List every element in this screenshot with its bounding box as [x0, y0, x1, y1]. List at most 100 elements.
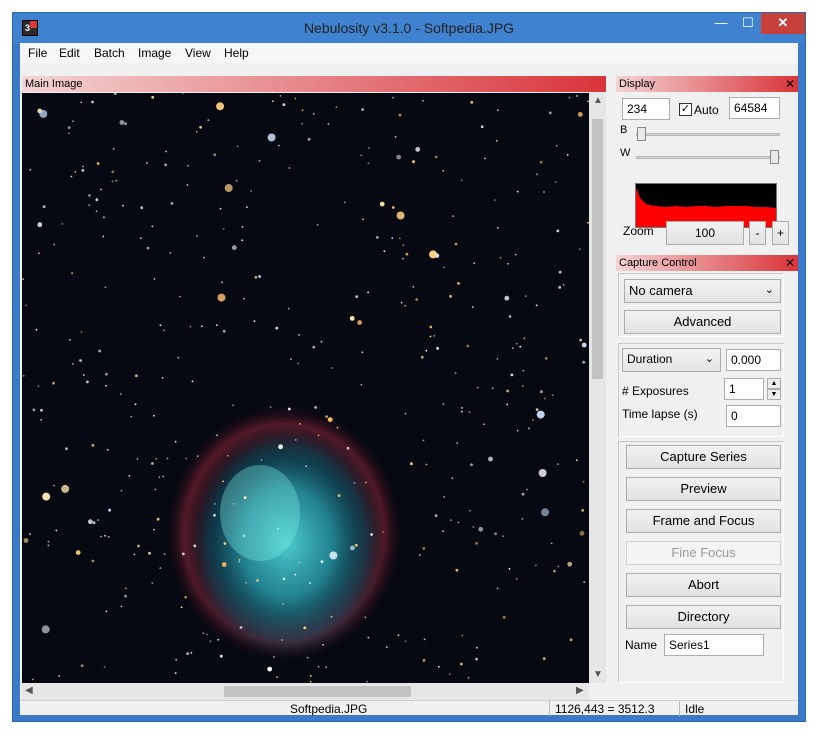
scroll-up-icon[interactable]: ▲: [593, 95, 603, 106]
star: [186, 652, 190, 655]
star: [364, 616, 367, 619]
scroll-left-icon[interactable]: ◀: [25, 685, 33, 696]
star: [185, 457, 188, 460]
star: [553, 569, 556, 573]
exposures-input[interactable]: 1: [724, 378, 764, 400]
star: [460, 179, 463, 182]
star: [470, 101, 474, 104]
camera-select[interactable]: No camera ⌄: [624, 279, 781, 303]
menu-view[interactable]: View: [185, 46, 211, 60]
star: [119, 393, 122, 395]
star: [58, 675, 61, 677]
capture-close-icon[interactable]: ✕: [785, 255, 795, 271]
star: [153, 414, 155, 417]
star: [146, 246, 150, 250]
star: [443, 266, 445, 269]
timelapse-label: Time lapse (s): [622, 407, 698, 421]
title-bar[interactable]: 3 Nebulosity v3.1.0 - Softpedia.JPG — ☐ …: [13, 13, 805, 43]
directory-button[interactable]: Directory: [626, 605, 781, 629]
star: [95, 210, 98, 213]
scroll-right-icon[interactable]: ▶: [576, 685, 584, 696]
fine-focus-button[interactable]: Fine Focus: [626, 541, 781, 565]
b-slider-thumb[interactable]: [637, 127, 647, 141]
star: [133, 553, 136, 556]
star: [404, 412, 407, 415]
scroll-down-icon[interactable]: ▼: [593, 669, 603, 680]
vertical-scroll-thumb[interactable]: [592, 119, 603, 379]
exposures-down-icon[interactable]: ▼: [767, 389, 781, 400]
maximize-button[interactable]: ☐: [735, 13, 761, 34]
star: [499, 256, 502, 259]
star: [159, 324, 162, 327]
zoom-out-button[interactable]: -: [749, 221, 766, 245]
series-name-input[interactable]: Series1: [664, 634, 764, 656]
menu-image[interactable]: Image: [138, 46, 171, 60]
minimize-button[interactable]: —: [707, 13, 735, 34]
b-slider-track[interactable]: [636, 133, 780, 136]
star: [96, 162, 100, 165]
app-window: 3 Nebulosity v3.1.0 - Softpedia.JPG — ☐ …: [12, 12, 806, 722]
advanced-button[interactable]: Advanced: [624, 310, 781, 334]
menu-batch[interactable]: Batch: [94, 46, 125, 60]
white-point-input[interactable]: 64584: [729, 97, 780, 119]
star: [29, 168, 32, 171]
vertical-scrollbar[interactable]: ▲ ▼: [589, 93, 606, 683]
star: [337, 494, 341, 497]
preview-button[interactable]: Preview: [626, 477, 781, 501]
duration-select[interactable]: Duration ⌄: [622, 348, 721, 372]
star: [281, 639, 283, 641]
horizontal-scrollbar[interactable]: ◀ ▶: [22, 683, 589, 700]
menu-file[interactable]: File: [28, 46, 47, 60]
star: [329, 551, 338, 560]
star: [412, 160, 415, 164]
zoom-in-button[interactable]: +: [772, 221, 789, 245]
menu-edit[interactable]: Edit: [59, 46, 80, 60]
horizontal-scroll-thumb[interactable]: [224, 686, 411, 697]
capture-series-button[interactable]: Capture Series: [626, 445, 781, 469]
frame-focus-button[interactable]: Frame and Focus: [626, 509, 781, 533]
display-close-icon[interactable]: ✕: [785, 76, 795, 92]
duration-input[interactable]: 0.000: [726, 349, 781, 371]
star: [543, 191, 545, 193]
star: [170, 202, 174, 205]
black-point-input[interactable]: 234: [622, 98, 670, 120]
w-slider-thumb[interactable]: [769, 150, 779, 164]
star: [222, 480, 225, 483]
star: [461, 634, 464, 637]
star: [184, 595, 188, 599]
star: [436, 347, 439, 350]
star: [111, 180, 114, 183]
w-slider-track[interactable]: [636, 156, 780, 159]
star: [515, 342, 518, 345]
star: [496, 358, 499, 360]
star: [368, 147, 370, 149]
star: [420, 355, 424, 359]
star: [496, 227, 499, 229]
auto-checkbox[interactable]: ✓: [679, 103, 692, 116]
star: [105, 372, 108, 376]
star: [53, 243, 56, 246]
star: [355, 295, 359, 298]
star: [25, 304, 27, 307]
star: [516, 190, 519, 193]
star: [267, 666, 273, 672]
star: [528, 427, 530, 430]
star: [214, 503, 216, 505]
exposures-up-icon[interactable]: ▲: [767, 378, 781, 389]
close-button[interactable]: ✕: [761, 13, 805, 34]
main-image-canvas[interactable]: [22, 93, 589, 683]
abort-button[interactable]: Abort: [626, 573, 781, 597]
star: [177, 356, 180, 359]
star: [245, 581, 248, 584]
star: [166, 457, 169, 460]
star: [526, 488, 528, 491]
zoom-value-button[interactable]: 100: [666, 221, 744, 245]
star: [425, 463, 428, 466]
star: [367, 291, 369, 294]
menu-help[interactable]: Help: [224, 46, 249, 60]
star: [504, 295, 510, 301]
star: [22, 278, 24, 281]
star: [72, 120, 74, 122]
star: [103, 665, 106, 668]
timelapse-input[interactable]: 0: [726, 405, 781, 427]
